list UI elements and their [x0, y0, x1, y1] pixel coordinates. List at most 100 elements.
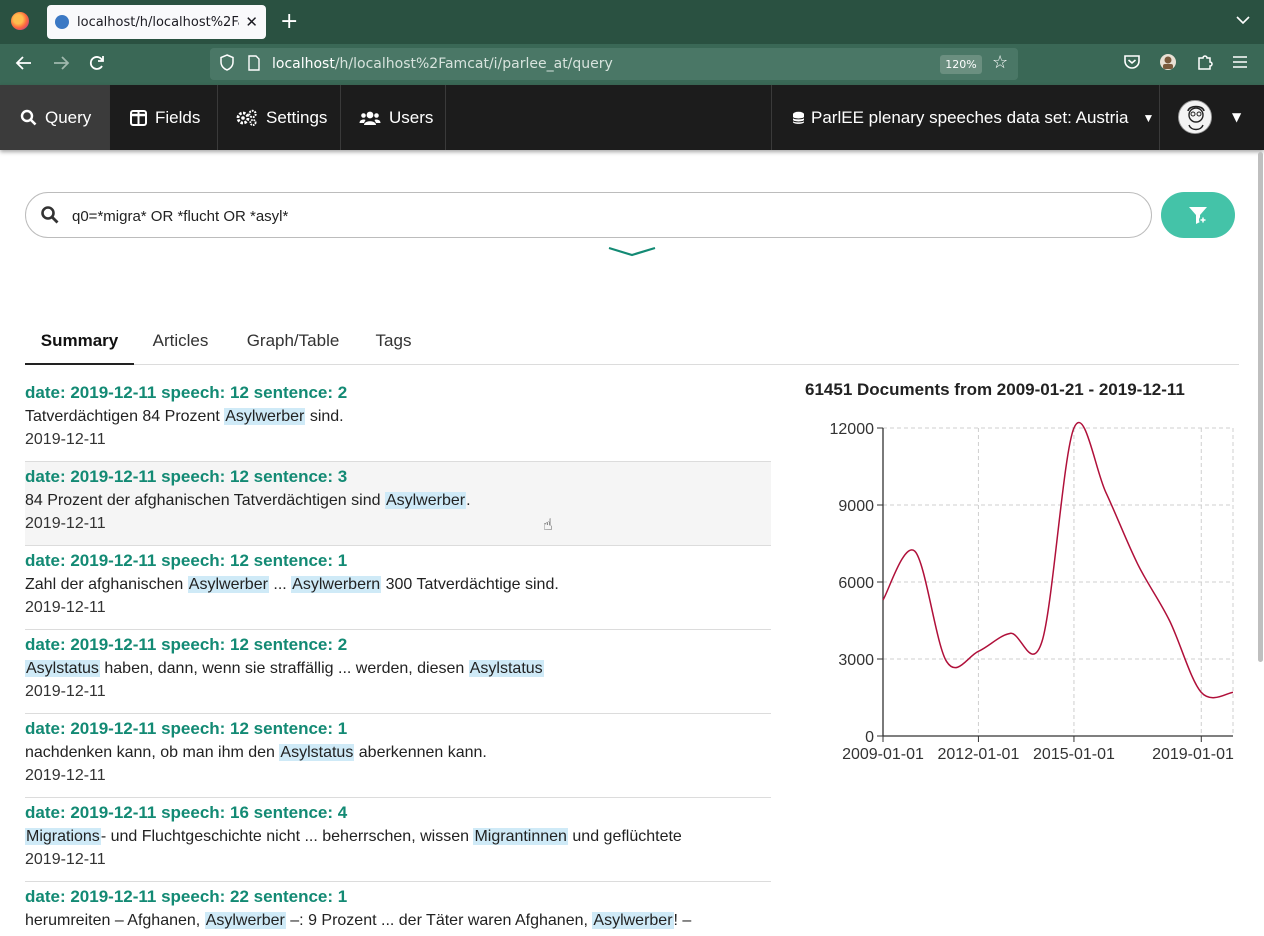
filter-plus-icon [1189, 207, 1207, 224]
menu-settings[interactable]: Settings [218, 85, 341, 150]
snippet-text: nachdenken kann, ob man ihm den [25, 744, 280, 761]
close-tab-icon[interactable]: ✕ [245, 13, 258, 31]
highlighted-term: Asylstatus [25, 660, 100, 677]
result-item[interactable]: date: 2019-12-11 speech: 12 sentence: 3 8… [25, 462, 771, 546]
tracking-shield-icon[interactable] [220, 54, 234, 75]
highlighted-term: Migrantinnen [473, 828, 568, 845]
back-arrow-icon[interactable] [14, 53, 34, 79]
result-item[interactable]: date: 2019-12-11 speech: 12 sentence: 1 n… [25, 714, 771, 798]
dataset-label: ParlEE plenary speeches data set: Austri… [811, 107, 1129, 127]
result-title[interactable]: date: 2019-12-11 speech: 16 sentence: 4 [25, 803, 347, 823]
page-info-icon[interactable] [248, 55, 260, 75]
hamburger-menu-icon[interactable] [1232, 53, 1248, 75]
columns-icon [130, 109, 147, 126]
hand-cursor-icon: ☝ [543, 515, 553, 534]
menu-fields[interactable]: Fields [110, 85, 218, 150]
new-tab-icon[interactable]: + [280, 9, 298, 35]
result-snippet: Migrations- und Fluchtgeschichte nicht .… [25, 828, 682, 846]
result-title[interactable]: date: 2019-12-11 speech: 12 sentence: 1 [25, 719, 347, 739]
snippet-text: ! – [673, 912, 692, 929]
snippet-text: - und Fluchtgeschichte nicht ... beherrs… [100, 828, 474, 845]
snippet-text: Tatverdächtigen 84 Prozent [25, 408, 225, 425]
search-icon [41, 206, 59, 224]
menu-query[interactable]: Query [0, 85, 110, 150]
summary-title: 61451 Documents from 2009-01-21 - 2019-1… [805, 380, 1185, 399]
result-snippet: 84 Prozent der afghanischen Tatverdächti… [25, 492, 471, 510]
result-snippet: Zahl der afghanischen Asylwerber ... Asy… [25, 576, 559, 594]
bookmark-star-icon[interactable]: ☆ [992, 52, 1008, 73]
browser-tab-title: localhost/h/localhost%2Famcat/i/parlee_a… [77, 14, 239, 30]
result-item[interactable]: date: 2019-12-11 speech: 12 sentence: 2 T… [25, 378, 771, 462]
results-list: date: 2019-12-11 speech: 12 sentence: 2 T… [25, 378, 771, 936]
highlighted-term: Asylwerber [187, 576, 269, 593]
x-tick-label: 2015-01-01 [1033, 746, 1115, 763]
snippet-text: und geflüchtete [567, 828, 682, 845]
snippet-text: 300 Tatverdächtige sind. [381, 576, 559, 593]
add-filter-button[interactable] [1161, 192, 1235, 238]
y-tick-label: 0 [865, 729, 874, 746]
x-tick-label: 2019-01-01 [1152, 746, 1234, 763]
menu-settings-label: Settings [266, 107, 328, 127]
snippet-text: Zahl der afghanischen [25, 576, 188, 593]
result-item[interactable]: date: 2019-12-11 speech: 12 sentence: 1 Z… [25, 546, 771, 630]
tab-summary[interactable]: Summary [25, 322, 134, 365]
result-item[interactable]: date: 2019-12-11 speech: 22 sentence: 1 h… [25, 882, 771, 936]
result-title[interactable]: date: 2019-12-11 speech: 22 sentence: 1 [25, 887, 347, 907]
highlighted-term: Asylstatus [279, 744, 355, 761]
users-icon [359, 111, 381, 125]
user-menu-caret-icon[interactable]: ▼ [1232, 110, 1241, 124]
dataset-selector[interactable]: ParlEE plenary speeches data set: Austri… [771, 85, 1160, 150]
result-snippet: Tatverdächtigen 84 Prozent Asylwerber si… [25, 408, 344, 426]
menu-fields-label: Fields [155, 107, 201, 127]
pocket-icon[interactable] [1123, 53, 1141, 77]
url-bar[interactable]: localhost/h/localhost%2Famcat/i/parlee_a… [210, 48, 1018, 80]
result-item[interactable]: date: 2019-12-11 speech: 16 sentence: 4 M… [25, 798, 771, 882]
gears-icon [236, 109, 257, 126]
result-date: 2019-12-11 [25, 767, 106, 784]
result-snippet: Asylstatus haben, dann, wenn sie straffä… [25, 660, 544, 678]
highlighted-term: Asylstatus [468, 660, 544, 677]
highlighted-term: Migrations [25, 828, 101, 845]
snippet-text: herumreiten – Afghanen, [25, 912, 205, 929]
query-search-box [25, 192, 1152, 238]
documents-over-time-chart: 0 3000 6000 9000 12000 2009-01-01 2012-01-01 20… [830, 421, 1235, 763]
user-avatar[interactable] [1178, 100, 1212, 134]
favicon-icon [55, 15, 69, 29]
y-tick-label: 3000 [838, 652, 874, 669]
zoom-level-badge[interactable]: 120% [940, 55, 982, 74]
series-line [882, 421, 1234, 699]
expand-filters-chevron-icon[interactable] [607, 244, 657, 260]
result-title[interactable]: date: 2019-12-11 speech: 12 sentence: 2 [25, 383, 347, 403]
highlighted-term: Asylwerbern [291, 576, 382, 593]
highlighted-term: Asylwerber [224, 408, 306, 425]
reload-icon[interactable] [87, 53, 107, 79]
menu-users-label: Users [389, 107, 434, 127]
extension-avatar-icon[interactable] [1159, 53, 1177, 77]
menu-users[interactable]: Users [341, 85, 446, 150]
browser-tab[interactable]: localhost/h/localhost%2Famcat/i/parlee_a… [47, 5, 266, 39]
result-title[interactable]: date: 2019-12-11 speech: 12 sentence: 1 [25, 551, 347, 571]
page-scrollbar[interactable] [1258, 152, 1263, 662]
result-title[interactable]: date: 2019-12-11 speech: 12 sentence: 3 [25, 467, 347, 487]
forward-arrow-icon[interactable] [51, 53, 71, 79]
menu-query-label: Query [45, 107, 92, 127]
result-date: 2019-12-11 [25, 683, 106, 700]
tab-graph-table[interactable]: Graph/Table [240, 322, 346, 365]
browser-navigation-bar: localhost/h/localhost%2Famcat/i/parlee_a… [0, 44, 1264, 85]
extensions-puzzle-icon[interactable] [1196, 53, 1214, 77]
result-snippet: herumreiten – Afghanen, Asylwerber –: 9 … [25, 912, 691, 930]
x-tick-label: 2012-01-01 [938, 746, 1020, 763]
tab-articles[interactable]: Articles [147, 322, 214, 365]
tab-tags[interactable]: Tags [372, 322, 415, 365]
tab-list-chevron-icon[interactable] [1236, 14, 1250, 28]
database-icon [792, 111, 805, 124]
result-item[interactable]: date: 2019-12-11 speech: 12 sentence: 2 A… [25, 630, 771, 714]
result-title[interactable]: date: 2019-12-11 speech: 12 sentence: 2 [25, 635, 347, 655]
url-text[interactable]: localhost/h/localhost%2Famcat/i/parlee_a… [272, 56, 613, 72]
snippet-text: ... [268, 576, 292, 593]
y-tick-label: 9000 [838, 498, 874, 515]
query-input[interactable] [72, 203, 1132, 229]
browser-tab-strip: localhost/h/localhost%2Famcat/i/parlee_a… [0, 0, 1264, 44]
firefox-menu-icon[interactable] [11, 12, 29, 30]
snippet-text: 84 Prozent der afghanischen Tatverdächti… [25, 492, 385, 509]
